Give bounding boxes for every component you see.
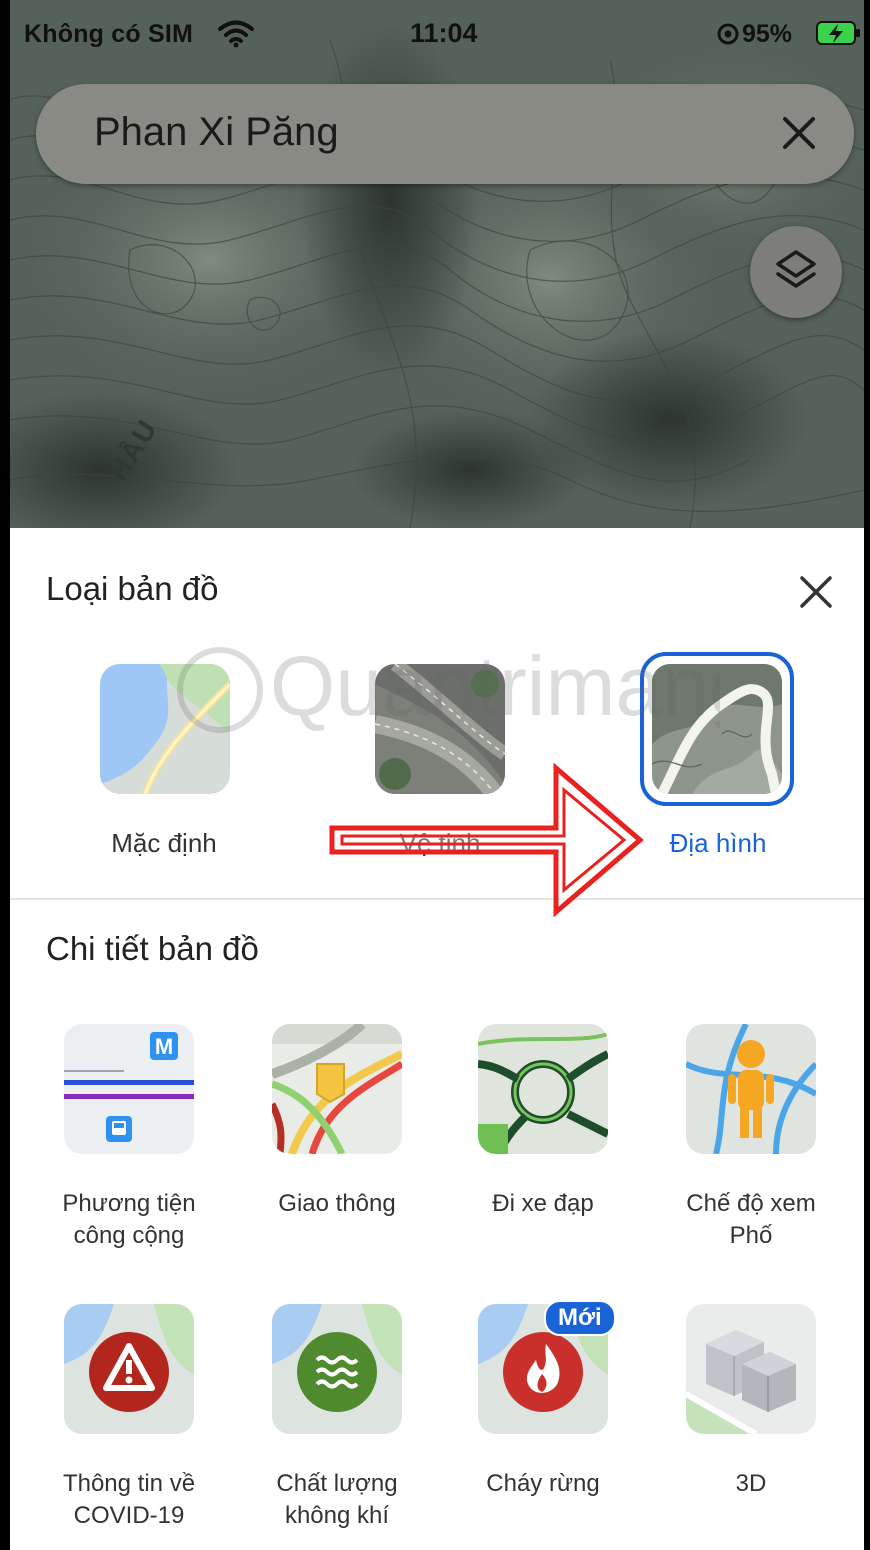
search-bar[interactable]: Phan Xi Păng (36, 84, 854, 184)
watermark-text: Quantrimang (270, 639, 720, 733)
transit-label-line2: công cộng (73, 1222, 185, 1249)
traffic-layer-option[interactable] (272, 1024, 402, 1154)
map-type-heading: Loại bản đồ (46, 570, 219, 607)
covid-info-layer-option[interactable] (64, 1304, 194, 1434)
street-view-layer-option[interactable] (686, 1024, 816, 1154)
wildfire-label-line1: Cháy rừng (486, 1470, 600, 1497)
carrier-text: Không có SIM (24, 20, 194, 48)
transit-label: Phương tiện công cộng (39, 1188, 219, 1252)
covid-thumbnail (64, 1304, 194, 1434)
air-quality-thumbnail (272, 1304, 402, 1434)
street-view-label-line1: Chế độ xem (686, 1190, 816, 1217)
wifi-icon (218, 20, 254, 48)
cycling-thumbnail (478, 1024, 608, 1154)
battery-percent: 95% (742, 20, 793, 48)
search-query-text[interactable]: Phan Xi Păng (94, 110, 339, 155)
3d-label-line1: 3D (735, 1470, 767, 1497)
new-badge: Mới (544, 1300, 616, 1336)
street-view-label-line2: Phố (729, 1222, 773, 1249)
battery-charging-icon (816, 21, 860, 45)
map-type-default-label: Mặc định (111, 828, 217, 858)
transit-layer-option[interactable]: M (64, 1024, 194, 1154)
map-type-terrain-label: Địa hình (669, 828, 767, 858)
traffic-label: Giao thông (247, 1188, 427, 1220)
wildfire-label: Cháy rừng (453, 1468, 633, 1500)
covid-info-label-line2: COVID-19 (73, 1502, 185, 1529)
annotation-arrow-icon (329, 762, 644, 918)
cycling-label-line1: Đi xe đạp (492, 1190, 594, 1217)
air-quality-label-line1: Chất lượng (276, 1470, 398, 1497)
cycling-label: Đi xe đạp (453, 1188, 633, 1220)
map-details-heading: Chi tiết bản đồ (46, 930, 259, 967)
phone-screen: HẦU Không có SIM 11:04 95% Phan Xi Păng … (0, 0, 870, 1550)
rotation-lock-icon (717, 23, 739, 45)
street-view-label: Chế độ xem Phố (661, 1188, 841, 1252)
terrain-map[interactable]: HẦU Không có SIM 11:04 95% Phan Xi Păng (10, 0, 864, 528)
clear-search-icon[interactable] (780, 114, 818, 152)
covid-info-label: Thông tin về COVID-19 (39, 1468, 219, 1532)
3d-layer-option[interactable] (686, 1304, 816, 1434)
watermark-logo: Quantrimang (177, 639, 720, 733)
layers-icon (776, 250, 816, 288)
layers-button[interactable] (750, 226, 842, 318)
street-view-thumbnail (686, 1024, 816, 1154)
svg-text:M: M (155, 1034, 173, 1059)
clock-time: 11:04 (410, 18, 478, 48)
transit-thumbnail: M (64, 1024, 194, 1154)
close-sheet-icon[interactable] (798, 574, 834, 610)
transit-label-line1: Phương tiện (62, 1190, 196, 1217)
status-bar: Không có SIM 11:04 95% (10, 0, 864, 64)
covid-info-label-line1: Thông tin về (62, 1470, 196, 1497)
air-quality-layer-option[interactable] (272, 1304, 402, 1434)
3d-buildings-thumbnail (686, 1304, 816, 1434)
traffic-label-line1: Giao thông (278, 1190, 396, 1217)
traffic-thumbnail (272, 1024, 402, 1154)
cycling-layer-option[interactable] (478, 1024, 608, 1154)
3d-label: 3D (661, 1468, 841, 1500)
air-quality-label: Chất lượng không khí (247, 1468, 427, 1532)
air-quality-label-line2: không khí (284, 1502, 390, 1529)
